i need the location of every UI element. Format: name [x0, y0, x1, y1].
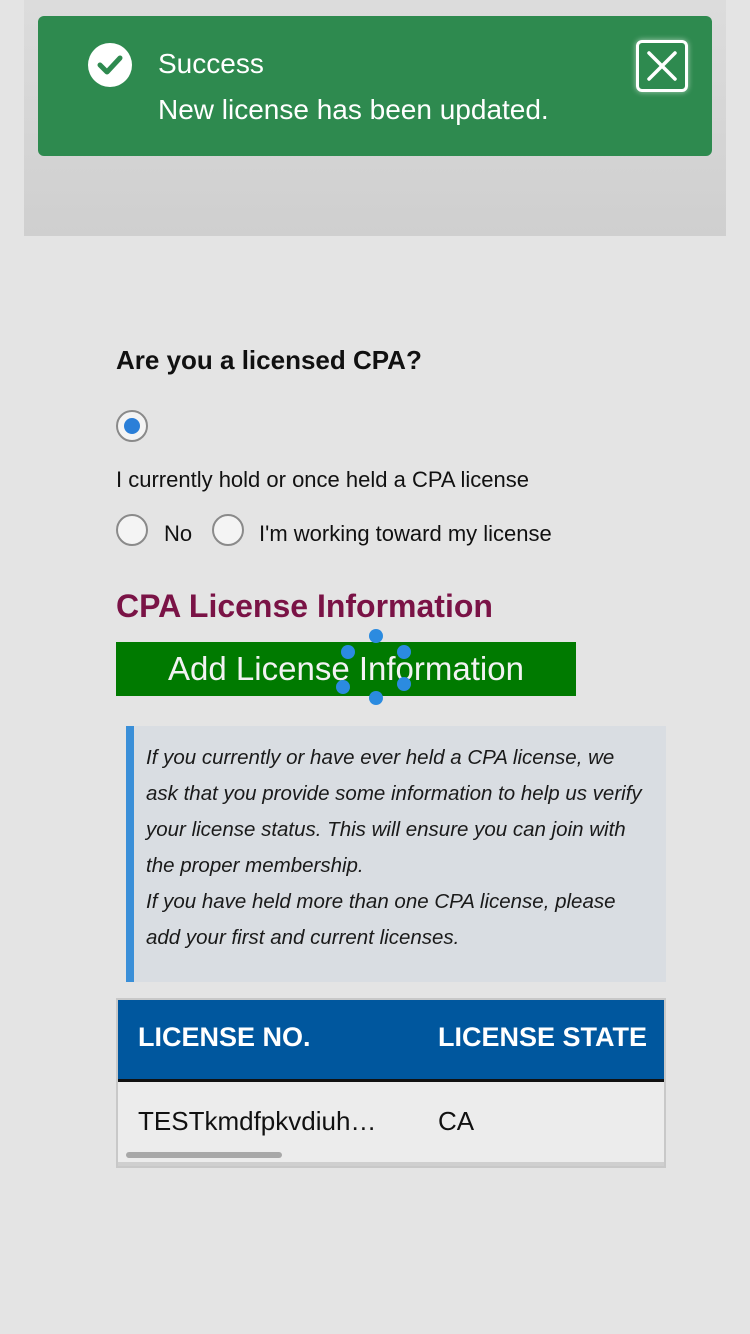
- radio-no[interactable]: [116, 514, 148, 546]
- radio-working-toward[interactable]: [212, 514, 244, 546]
- info-paragraph: If you currently or have ever held a CPA…: [146, 746, 642, 877]
- column-header-license-state: LICENSE STATE: [438, 1022, 648, 1052]
- selection-handle[interactable]: [397, 645, 411, 659]
- radio-license-held-label[interactable]: I currently hold or once held a CPA lice…: [116, 464, 529, 496]
- horizontal-scrollbar[interactable]: [126, 1152, 282, 1158]
- selection-handle[interactable]: [397, 677, 411, 691]
- selection-handle[interactable]: [369, 691, 383, 705]
- info-paragraph: If you have held more than one CPA licen…: [146, 890, 616, 949]
- license-table: LICENSE NO. LICENSE STATE TESTkmdfpkvdiu…: [116, 998, 666, 1168]
- radio-license-held[interactable]: [116, 410, 148, 442]
- selection-handle[interactable]: [336, 680, 350, 694]
- cpa-question-heading: Are you a licensed CPA?: [116, 345, 422, 375]
- success-toast: Success New license has been updated.: [38, 16, 712, 156]
- table-header: LICENSE NO. LICENSE STATE: [118, 1000, 664, 1082]
- toast-message: New license has been updated.: [158, 94, 549, 125]
- table-cell-license-state[interactable]: CA: [438, 1106, 474, 1137]
- close-icon: [647, 51, 677, 81]
- column-header-license-no: LICENSE NO.: [138, 1022, 311, 1052]
- selection-handle[interactable]: [341, 645, 355, 659]
- toast-close-button[interactable]: [636, 40, 688, 92]
- table-cell-license-no[interactable]: TESTkmdfpkvdiuh…: [138, 1106, 376, 1137]
- selection-handle[interactable]: [369, 629, 383, 643]
- license-info-note: If you currently or have ever held a CPA…: [126, 726, 666, 982]
- radio-no-label[interactable]: No: [164, 518, 192, 550]
- table-bottom-border: [118, 1162, 664, 1166]
- license-section-title: CPA License Information: [116, 588, 493, 624]
- check-circle-icon: [88, 43, 132, 87]
- toast-title: Success: [158, 48, 264, 79]
- radio-working-toward-label[interactable]: I'm working toward my license: [259, 518, 552, 550]
